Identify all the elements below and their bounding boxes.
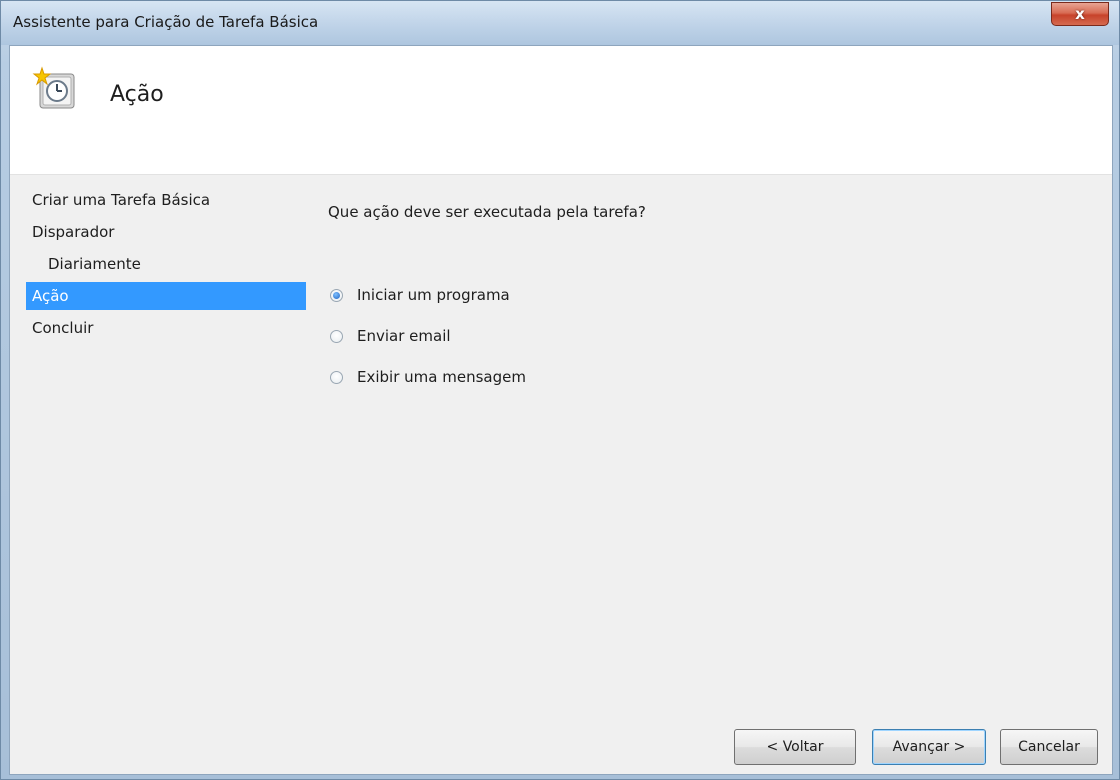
nav-item-disparador[interactable]: Disparador xyxy=(26,218,306,246)
option-label[interactable]: Exibir uma mensagem xyxy=(357,368,526,386)
nav-item-diariamente[interactable]: Diariamente xyxy=(26,250,306,278)
nav-item-acao[interactable]: Ação xyxy=(26,282,306,310)
radio-iniciar-programa[interactable] xyxy=(330,288,343,302)
task-clock-icon xyxy=(32,66,75,109)
radio-exibir-mensagem[interactable] xyxy=(330,370,343,384)
title-bar[interactable]: Assistente para Criação de Tarefa Básica… xyxy=(1,1,1119,45)
option-iniciar-programa[interactable]: Iniciar um programa xyxy=(330,282,526,308)
wizard-window: Assistente para Criação de Tarefa Básica… xyxy=(0,0,1120,780)
nav-item-concluir[interactable]: Concluir xyxy=(26,314,306,342)
option-label[interactable]: Enviar email xyxy=(357,327,451,345)
radio-enviar-email[interactable] xyxy=(330,329,343,343)
option-label[interactable]: Iniciar um programa xyxy=(357,286,510,304)
nav-item-criar-tarefa[interactable]: Criar uma Tarefa Básica xyxy=(26,186,306,214)
cancel-button[interactable]: Cancelar xyxy=(1000,729,1098,765)
option-exibir-mensagem[interactable]: Exibir uma mensagem xyxy=(330,364,526,390)
back-button[interactable]: < Voltar xyxy=(734,729,856,765)
page-title: Ação xyxy=(110,82,164,107)
action-options: Iniciar um programa Enviar email Exibir … xyxy=(330,282,526,405)
close-icon: x xyxy=(1075,5,1085,23)
action-question: Que ação deve ser executada pela tarefa? xyxy=(328,203,646,221)
next-button[interactable]: Avançar > xyxy=(872,729,986,765)
option-enviar-email[interactable]: Enviar email xyxy=(330,323,526,349)
wizard-steps-nav: Criar uma Tarefa Básica Disparador Diari… xyxy=(26,186,306,346)
window-title: Assistente para Criação de Tarefa Básica xyxy=(13,13,319,31)
wizard-header: Ação xyxy=(10,46,1112,175)
wizard-client-area: Ação Criar uma Tarefa Básica Disparador … xyxy=(9,45,1113,775)
close-button[interactable]: x xyxy=(1051,2,1109,26)
